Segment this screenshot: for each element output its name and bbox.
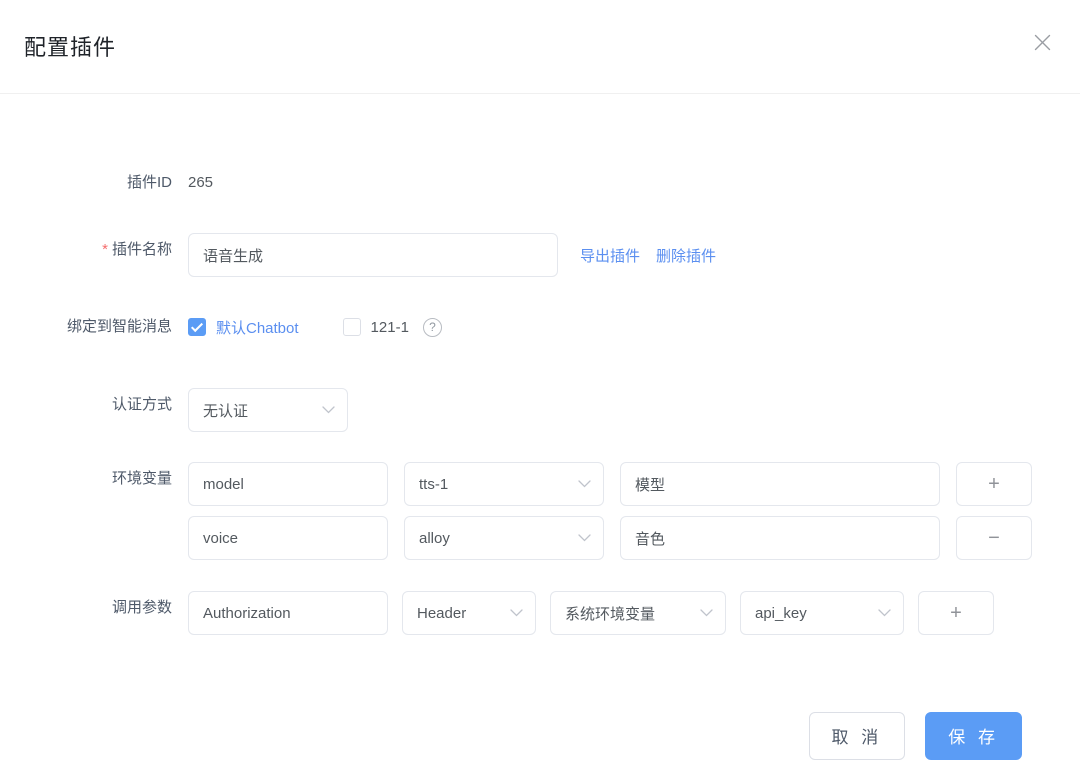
add-env-var-button[interactable]: + <box>956 462 1032 506</box>
env-var-desc-input[interactable]: 音色 <box>620 516 940 560</box>
close-icon[interactable] <box>1028 28 1056 56</box>
call-param-source-select[interactable]: 系统环境变量 <box>550 591 726 635</box>
call-param-name-input[interactable]: Authorization <box>188 591 388 635</box>
chevron-down-icon <box>322 406 335 414</box>
form-row-plugin-id: 插件ID 265 <box>0 166 1080 200</box>
dialog-footer: 取 消 保 存 <box>0 688 1080 783</box>
plugin-name-input[interactable]: 语音生成 <box>188 233 558 277</box>
checkbox-box-checked[interactable] <box>188 318 206 336</box>
env-var-key-value: voice <box>203 529 239 547</box>
checkbox-121-1[interactable]: 121-1 <box>342 318 409 336</box>
call-param-value-select[interactable]: api_key <box>740 591 904 635</box>
configure-plugin-dialog: 配置插件 插件ID 265 * 插件名称 语音生成 导出插件 删除插件 绑定到智能… <box>0 0 1080 783</box>
plugin-name-label-text: 插件名称 <box>111 241 172 258</box>
call-param-name-value: Authorization <box>203 604 291 622</box>
auth-method-label: 认证方式 <box>111 396 172 413</box>
dialog-header: 配置插件 <box>0 0 1080 94</box>
checkbox-box-unchecked[interactable] <box>342 318 361 336</box>
env-vars-label: 环境变量 <box>111 470 172 487</box>
form-row-env-vars-second: voice alloy 音色 − <box>0 516 1080 560</box>
env-var-value-select[interactable]: alloy <box>404 516 604 560</box>
env-var-key-input[interactable]: model <box>188 462 388 506</box>
required-asterisk: * <box>102 241 108 258</box>
env-var-key-input[interactable]: voice <box>188 516 388 560</box>
plugin-id-label: 插件ID <box>126 174 172 191</box>
env-var-value-text: tts-1 <box>419 475 449 493</box>
remove-env-var-button[interactable]: − <box>956 516 1032 560</box>
bind-message-label: 绑定到智能消息 <box>66 318 172 335</box>
call-param-source-value: 系统环境变量 <box>565 605 656 623</box>
chevron-down-icon <box>578 534 591 542</box>
call-param-location-select[interactable]: Header <box>402 591 536 635</box>
env-var-value-select[interactable]: tts-1 <box>404 462 604 506</box>
minus-icon: − <box>988 527 1000 549</box>
checkbox-default-chatbot-label: 默认Chatbot <box>216 319 299 337</box>
page-title: 配置插件 <box>24 35 117 60</box>
delete-plugin-link[interactable]: 删除插件 <box>656 245 716 266</box>
export-plugin-link[interactable]: 导出插件 <box>580 245 640 266</box>
form-row-call-params: 调用参数 Authorization Header 系统环境变量 api_key <box>0 591 1080 635</box>
plugin-id-value: 265 <box>188 174 214 191</box>
auth-method-select[interactable]: 无认证 <box>188 388 348 432</box>
dialog-body: 插件ID 265 * 插件名称 语音生成 导出插件 删除插件 绑定到智能消息 默认… <box>0 94 1080 688</box>
question-mark-icon[interactable]: ? <box>422 317 442 337</box>
checkbox-121-1-label: 121-1 <box>370 318 409 336</box>
env-var-desc-value: 模型 <box>635 476 666 494</box>
chevron-down-icon <box>510 609 523 617</box>
plugin-name-label: * 插件名称 <box>0 233 172 267</box>
chevron-down-icon <box>578 480 591 488</box>
save-button[interactable]: 保 存 <box>925 711 1022 760</box>
plus-icon: + <box>950 602 962 624</box>
env-var-key-value: model <box>203 475 244 493</box>
plus-icon: + <box>988 473 1000 495</box>
call-param-value-text: api_key <box>755 604 807 622</box>
env-var-desc-value: 音色 <box>635 530 666 548</box>
env-var-value-text: alloy <box>419 529 450 547</box>
cancel-button[interactable]: 取 消 <box>808 711 906 760</box>
chevron-down-icon <box>878 609 891 617</box>
chevron-down-icon <box>700 609 713 617</box>
form-row-bind-message: 绑定到智能消息 默认Chatbot 121-1 ? <box>0 310 1080 344</box>
form-row-auth-method: 认证方式 无认证 <box>0 388 1080 432</box>
add-call-param-button[interactable]: + <box>918 591 994 635</box>
checkbox-default-chatbot[interactable]: 默认Chatbot <box>188 317 299 338</box>
auth-method-value: 无认证 <box>203 402 249 420</box>
call-param-location-value: Header <box>417 604 467 622</box>
form-row-plugin-name: * 插件名称 语音生成 导出插件 删除插件 <box>0 233 1080 277</box>
plugin-name-input-value: 语音生成 <box>203 247 264 265</box>
form-row-env-vars: 环境变量 model tts-1 模型 + <box>0 462 1080 506</box>
env-var-desc-input[interactable]: 模型 <box>620 462 940 506</box>
call-params-label: 调用参数 <box>111 599 172 616</box>
